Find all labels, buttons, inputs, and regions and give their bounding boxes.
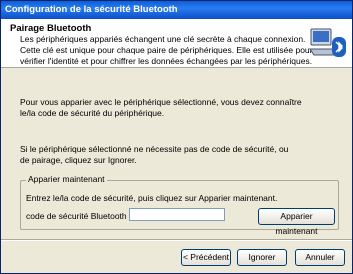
header-description: Les périphériques appariés échangent une…: [20, 34, 313, 66]
header-panel: Pairage Bluetooth Les périphériques appa…: [1, 19, 352, 68]
pair-now-button[interactable]: Apparier maintenant: [258, 208, 335, 236]
footer-separator: [1, 239, 352, 241]
pair-instruction: Entrez le/la code de sécurité, puis cliq…: [26, 193, 278, 203]
window-title: Configuration de la sécurité Bluetooth: [5, 4, 178, 15]
header-title: Pairage Bluetooth: [10, 23, 92, 34]
ignore-button[interactable]: Ignorer: [237, 249, 287, 266]
cancel-button[interactable]: Annuler: [295, 249, 345, 266]
skip-paragraph: Si le périphérique sélectionné ne nécess…: [20, 144, 289, 165]
title-bar[interactable]: Configuration de la sécurité Bluetooth: [1, 1, 352, 19]
dialog-window: Configuration de la sécurité Bluetooth P…: [0, 0, 353, 274]
security-code-input[interactable]: [129, 208, 225, 221]
intro-paragraph: Pour vous apparier avec le périphérique …: [20, 97, 302, 118]
bluetooth-computer-icon: [309, 28, 346, 57]
groupbox-label: Apparier maintenant: [26, 174, 107, 184]
previous-button[interactable]: < Précédent: [181, 249, 231, 266]
security-code-label: code de sécurité Bluetooth :: [26, 211, 132, 221]
